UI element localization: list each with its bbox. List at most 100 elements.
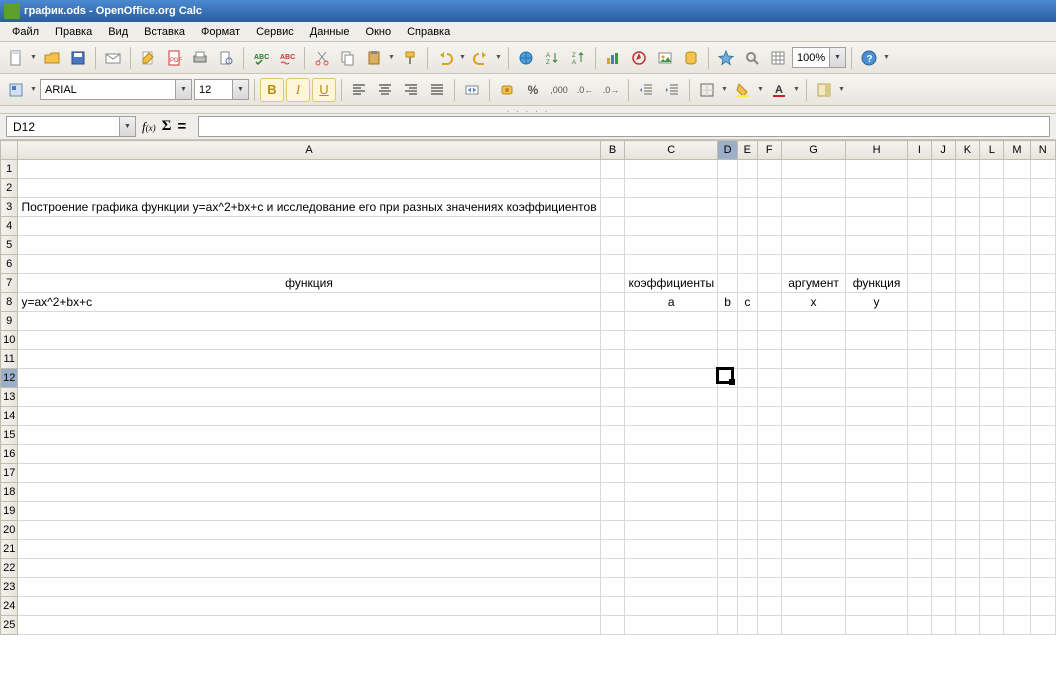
cell[interactable] xyxy=(600,293,625,312)
currency-icon[interactable] xyxy=(495,78,519,102)
cell[interactable] xyxy=(907,255,931,274)
cell[interactable] xyxy=(846,521,908,540)
cell[interactable]: функция xyxy=(846,274,908,293)
cell[interactable] xyxy=(1030,388,1055,407)
cell[interactable] xyxy=(846,255,908,274)
column-header[interactable]: I xyxy=(907,141,931,160)
cell[interactable] xyxy=(907,597,931,616)
cell[interactable]: Построение графика функции y=ax^2+bx+c и… xyxy=(18,198,600,217)
cell[interactable] xyxy=(907,502,931,521)
row-header[interactable]: 22 xyxy=(1,559,18,578)
cell[interactable] xyxy=(625,559,718,578)
cell[interactable] xyxy=(980,198,1004,217)
cell[interactable] xyxy=(625,407,718,426)
cell[interactable] xyxy=(18,160,600,179)
cell[interactable] xyxy=(781,407,845,426)
cell[interactable] xyxy=(781,217,845,236)
decimal-add-icon[interactable]: .0← xyxy=(573,78,597,102)
cell[interactable] xyxy=(625,521,718,540)
cell[interactable] xyxy=(625,426,718,445)
cell[interactable] xyxy=(718,597,738,616)
cell[interactable] xyxy=(718,521,738,540)
row-header[interactable]: 19 xyxy=(1,502,18,521)
formula-input[interactable] xyxy=(198,116,1050,137)
cell[interactable] xyxy=(781,597,845,616)
cell[interactable] xyxy=(1030,217,1055,236)
row-header[interactable]: 25 xyxy=(1,616,18,635)
cell[interactable] xyxy=(757,331,781,350)
cell[interactable]: x xyxy=(781,293,845,312)
save-icon[interactable] xyxy=(66,46,90,70)
cell[interactable] xyxy=(907,350,931,369)
cell[interactable] xyxy=(781,616,845,635)
cell[interactable] xyxy=(955,179,980,198)
cell[interactable] xyxy=(955,293,980,312)
row-header[interactable]: 24 xyxy=(1,597,18,616)
font-size-combo[interactable]: 12 ▼ xyxy=(194,79,249,100)
name-box[interactable]: D12 ▼ xyxy=(6,116,136,137)
cell[interactable] xyxy=(907,312,931,331)
hyperlink-icon[interactable] xyxy=(514,46,538,70)
cell[interactable] xyxy=(955,578,980,597)
cell[interactable] xyxy=(846,312,908,331)
cell[interactable] xyxy=(1030,426,1055,445)
menu-edit[interactable]: Правка xyxy=(47,24,100,40)
indent-more-icon[interactable] xyxy=(660,78,684,102)
cell[interactable] xyxy=(1030,236,1055,255)
cell[interactable] xyxy=(781,160,845,179)
cell[interactable] xyxy=(738,445,757,464)
cell[interactable] xyxy=(718,236,738,255)
cell[interactable] xyxy=(738,597,757,616)
cell[interactable] xyxy=(738,255,757,274)
new-doc-icon[interactable] xyxy=(4,46,28,70)
cell[interactable] xyxy=(18,616,600,635)
cell[interactable] xyxy=(1004,312,1030,331)
cell[interactable] xyxy=(907,464,931,483)
cell[interactable] xyxy=(955,198,980,217)
cell[interactable] xyxy=(931,616,955,635)
cell[interactable] xyxy=(718,502,738,521)
cell[interactable] xyxy=(18,407,600,426)
italic-icon[interactable]: I xyxy=(286,78,310,102)
row-header[interactable]: 3 xyxy=(1,198,18,217)
cell[interactable] xyxy=(18,597,600,616)
undo-icon[interactable] xyxy=(433,46,457,70)
cell[interactable] xyxy=(18,312,600,331)
cell[interactable] xyxy=(625,597,718,616)
chevron-down-icon[interactable]: ▼ xyxy=(232,80,248,99)
cell[interactable] xyxy=(1030,350,1055,369)
cell[interactable] xyxy=(738,312,757,331)
cell[interactable] xyxy=(1004,445,1030,464)
cell[interactable] xyxy=(718,578,738,597)
cell[interactable] xyxy=(781,559,845,578)
cell[interactable] xyxy=(718,312,738,331)
align-left-icon[interactable] xyxy=(347,78,371,102)
cell[interactable] xyxy=(718,274,738,293)
cell[interactable] xyxy=(907,445,931,464)
cell[interactable] xyxy=(846,597,908,616)
cell[interactable] xyxy=(757,274,781,293)
cell[interactable] xyxy=(757,312,781,331)
cell[interactable] xyxy=(1030,597,1055,616)
cell[interactable] xyxy=(718,255,738,274)
cell[interactable] xyxy=(738,369,757,388)
column-header[interactable]: J xyxy=(931,141,955,160)
cell[interactable] xyxy=(1004,274,1030,293)
cell[interactable] xyxy=(757,255,781,274)
cell[interactable]: a xyxy=(625,293,718,312)
column-header[interactable]: D xyxy=(718,141,738,160)
row-header[interactable]: 10 xyxy=(1,331,18,350)
cell[interactable] xyxy=(980,160,1004,179)
row-header[interactable]: 4 xyxy=(1,217,18,236)
row-header[interactable]: 13 xyxy=(1,388,18,407)
cell[interactable] xyxy=(738,464,757,483)
row-header[interactable]: 23 xyxy=(1,578,18,597)
cell[interactable] xyxy=(1030,502,1055,521)
cell[interactable] xyxy=(600,407,625,426)
cell[interactable] xyxy=(18,426,600,445)
column-header[interactable]: L xyxy=(980,141,1004,160)
cell[interactable] xyxy=(1030,578,1055,597)
cell[interactable] xyxy=(955,426,980,445)
cell[interactable] xyxy=(907,217,931,236)
cell[interactable] xyxy=(1030,540,1055,559)
